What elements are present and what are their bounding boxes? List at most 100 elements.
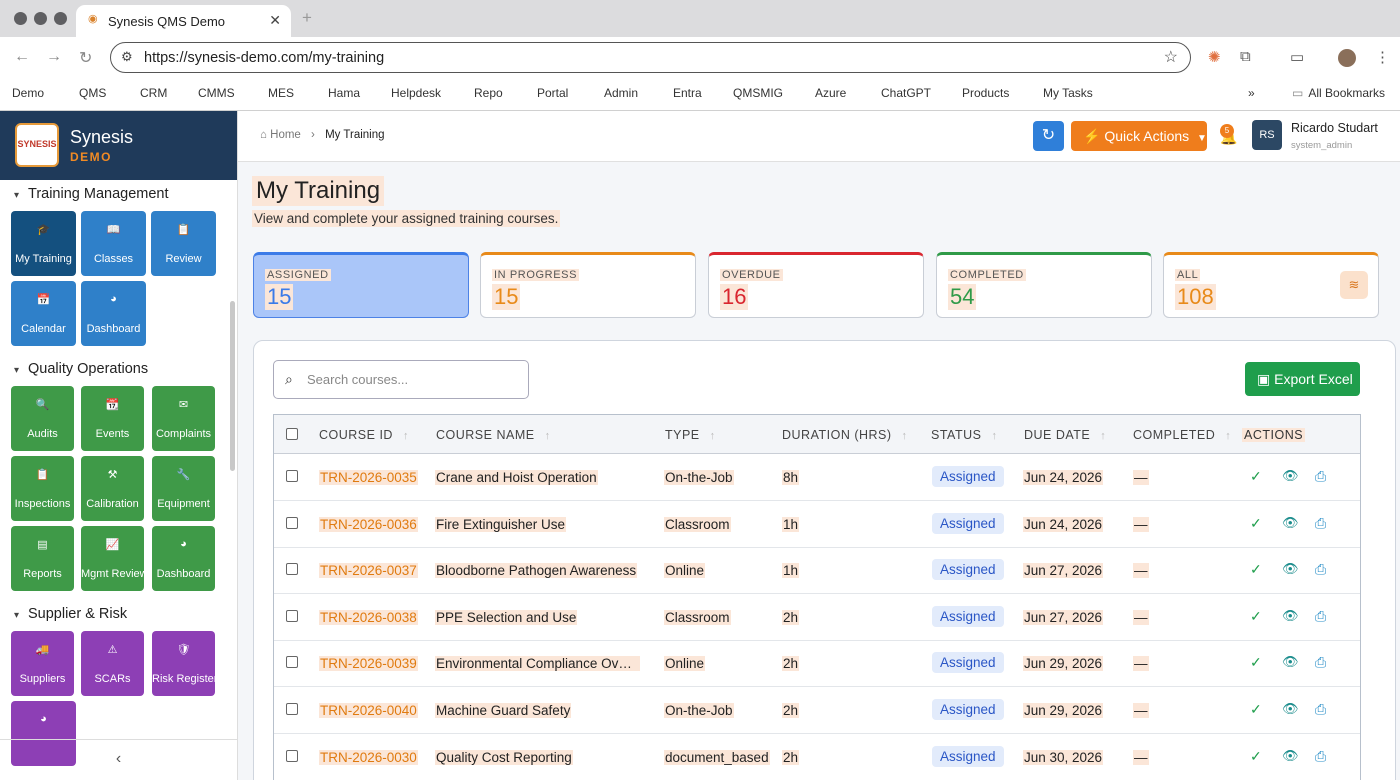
- complete-check-icon[interactable]: ✓: [1250, 468, 1262, 485]
- reload-icon[interactable]: ↻: [79, 48, 92, 68]
- user-name[interactable]: Ricardo Studart: [1291, 121, 1378, 135]
- menu-kebab-icon[interactable]: ⋮: [1375, 48, 1390, 66]
- sidebar-item-dashboard-quality[interactable]: ◕ Dashboard: [152, 526, 215, 591]
- back-icon[interactable]: ←: [14, 48, 30, 66]
- bookmark-repo[interactable]: Repo: [474, 86, 503, 100]
- sort-arrow-icon[interactable]: ↑: [710, 430, 716, 442]
- sort-arrow-icon[interactable]: ↑: [902, 430, 908, 442]
- bookmark-hama[interactable]: Hama: [328, 86, 360, 100]
- view-eye-icon[interactable]: 👁: [1282, 748, 1299, 764]
- new-tab-icon[interactable]: +: [302, 8, 312, 28]
- stat-card-all[interactable]: ALL 108 ≋: [1163, 252, 1379, 318]
- column-header-course-id[interactable]: COURSE ID ↑: [319, 428, 409, 442]
- close-tab-icon[interactable]: ✕: [269, 12, 281, 29]
- stat-card-overdue[interactable]: OVERDUE 16: [708, 252, 924, 318]
- print-icon[interactable]: ⎙: [1315, 608, 1326, 625]
- row-checkbox[interactable]: [286, 516, 298, 529]
- refresh-button[interactable]: ↻: [1033, 121, 1064, 151]
- course-id-link[interactable]: TRN-2026-0039: [319, 656, 418, 672]
- sidebar-item-review[interactable]: 📋 Review: [151, 211, 216, 276]
- bookmark-demo[interactable]: Demo: [12, 86, 44, 100]
- bookmark-qmsmig[interactable]: QMSMIG: [733, 86, 783, 100]
- avatar[interactable]: RS: [1252, 120, 1282, 150]
- sort-arrow-icon[interactable]: ↑: [991, 430, 997, 442]
- section-training-management[interactable]: ▾ Training Management: [14, 186, 169, 202]
- view-eye-icon[interactable]: 👁: [1282, 515, 1299, 531]
- view-eye-icon[interactable]: 👁: [1282, 468, 1299, 484]
- course-id-link[interactable]: TRN-2026-0030: [319, 749, 418, 765]
- sidebar-item-suppliers[interactable]: 🚚 Suppliers: [11, 631, 74, 696]
- sidebar-item-equipment[interactable]: 🔧 Equipment: [152, 456, 215, 521]
- bookmark-products[interactable]: Products: [962, 86, 1009, 100]
- sidebar-item-classes[interactable]: 📖 Classes: [81, 211, 146, 276]
- stat-card-completed[interactable]: COMPLETED 54: [936, 252, 1152, 318]
- bookmark-mes[interactable]: MES: [268, 86, 294, 100]
- address-bar[interactable]: ⚙ https://synesis-demo.com/my-training ☆: [110, 42, 1191, 73]
- sidebar-item-reports[interactable]: ▤ Reports: [11, 526, 74, 591]
- sidebar-item-calendar[interactable]: 📅 Calendar: [11, 281, 76, 346]
- stat-card-in-progress[interactable]: IN PROGRESS 15: [480, 252, 696, 318]
- zoom-window-button[interactable]: [54, 12, 67, 25]
- bookmark-azure[interactable]: Azure: [815, 86, 846, 100]
- sort-arrow-icon[interactable]: ↑: [403, 430, 409, 442]
- course-id-link[interactable]: TRN-2026-0036: [319, 516, 418, 532]
- column-header-completed[interactable]: COMPLETED ↑: [1133, 428, 1231, 442]
- extension-icon[interactable]: ✺: [1208, 48, 1221, 66]
- sidebar-item-mgmt-review[interactable]: 📈 Mgmt Review: [81, 526, 148, 591]
- complete-check-icon[interactable]: ✓: [1250, 748, 1262, 765]
- bookmark-my-tasks[interactable]: My Tasks: [1043, 86, 1093, 100]
- bookmark-qms[interactable]: QMS: [79, 86, 106, 100]
- view-eye-icon[interactable]: 👁: [1282, 608, 1299, 624]
- stat-card-assigned[interactable]: ASSIGNED 15: [253, 252, 469, 318]
- profile-avatar-icon[interactable]: [1338, 49, 1356, 67]
- column-header-course-name[interactable]: COURSE NAME ↑: [436, 428, 551, 442]
- section-quality-operations[interactable]: ▾ Quality Operations: [14, 361, 148, 377]
- course-id-link[interactable]: TRN-2026-0038: [319, 609, 418, 625]
- course-id-link[interactable]: TRN-2026-0035: [319, 470, 418, 485]
- bookmark-cmms[interactable]: CMMS: [198, 86, 235, 100]
- sidebar-item-complaints[interactable]: ✉ Complaints: [152, 386, 215, 451]
- row-checkbox[interactable]: [286, 470, 298, 482]
- row-checkbox[interactable]: [286, 656, 298, 669]
- sidebar-item-dashboard[interactable]: ◕ Dashboard: [81, 281, 146, 346]
- bookmark-crm[interactable]: CRM: [140, 86, 167, 100]
- all-bookmarks[interactable]: ▭ All Bookmarks: [1292, 86, 1385, 100]
- row-checkbox[interactable]: [286, 563, 298, 576]
- row-checkbox[interactable]: [286, 609, 298, 622]
- site-settings-icon[interactable]: ⚙: [121, 49, 133, 65]
- column-header-type[interactable]: TYPE ↑: [665, 428, 716, 442]
- column-header-status[interactable]: STATUS ↑: [931, 428, 997, 442]
- sidebar-item-scars[interactable]: ⚠ SCARs: [81, 631, 144, 696]
- collapse-sidebar-button[interactable]: ‹: [0, 739, 237, 780]
- puzzle-icon[interactable]: ⧉: [1240, 48, 1251, 65]
- course-id-link[interactable]: TRN-2026-0040: [319, 703, 418, 718]
- view-eye-icon[interactable]: 👁: [1282, 654, 1299, 670]
- complete-check-icon[interactable]: ✓: [1250, 654, 1262, 671]
- close-window-button[interactable]: [14, 12, 27, 25]
- sidebar-scrollbar[interactable]: [230, 301, 235, 471]
- print-icon[interactable]: ⎙: [1315, 468, 1326, 485]
- complete-check-icon[interactable]: ✓: [1250, 561, 1262, 578]
- search-input[interactable]: ⌕ Search courses...: [273, 360, 529, 399]
- complete-check-icon[interactable]: ✓: [1250, 515, 1262, 532]
- view-eye-icon[interactable]: 👁: [1282, 701, 1299, 717]
- select-all-checkbox[interactable]: [286, 428, 298, 440]
- forward-icon[interactable]: →: [46, 48, 62, 66]
- column-header-duration-hrs[interactable]: DURATION (HRS) ↑: [782, 428, 908, 442]
- quick-actions-button[interactable]: ⚡ Quick Actions ▼: [1071, 121, 1207, 151]
- cast-icon[interactable]: ▭: [1290, 48, 1304, 66]
- bookmarks-overflow-icon[interactable]: »: [1248, 86, 1255, 100]
- sort-arrow-icon[interactable]: ↑: [545, 430, 551, 442]
- sort-arrow-icon[interactable]: ↑: [1100, 430, 1106, 442]
- view-eye-icon[interactable]: 👁: [1282, 561, 1299, 577]
- row-checkbox[interactable]: [286, 749, 298, 762]
- sidebar-item-risk-register[interactable]: 🛡 Risk Register: [152, 631, 217, 696]
- browser-tab[interactable]: ◉ Synesis QMS Demo ✕: [76, 5, 291, 37]
- sort-arrow-icon[interactable]: ↑: [1225, 430, 1231, 442]
- print-icon[interactable]: ⎙: [1315, 701, 1326, 718]
- breadcrumb-home[interactable]: Home: [270, 129, 301, 141]
- bookmark-entra[interactable]: Entra: [673, 86, 702, 100]
- minimize-window-button[interactable]: [34, 12, 47, 25]
- bookmark-chatgpt[interactable]: ChatGPT: [881, 86, 931, 100]
- print-icon[interactable]: ⎙: [1315, 561, 1326, 578]
